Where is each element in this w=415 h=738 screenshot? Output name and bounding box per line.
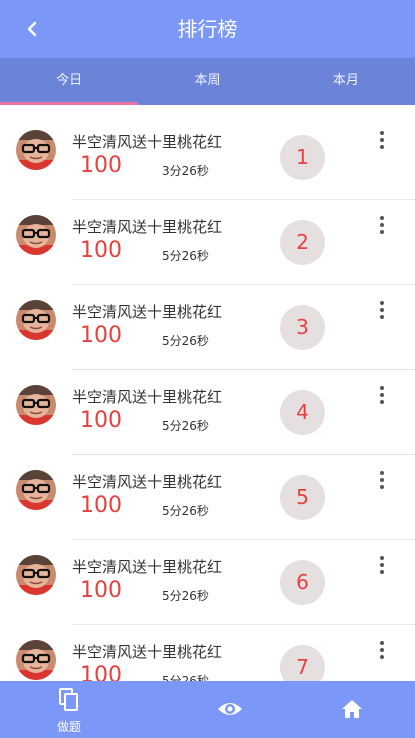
player-time: 5分26秒 [162,334,209,348]
player-score: 100 [80,663,122,681]
more-options-button[interactable] [372,469,392,491]
more-vertical-icon [380,386,384,404]
active-tab-indicator [0,102,138,105]
player-score: 100 [80,493,122,518]
more-options-button[interactable] [372,299,392,321]
list-item[interactable]: 半空清风送十里桃花红 100 5分26秒 7 [0,625,415,681]
list-item[interactable]: 半空清风送十里桃花红 100 5分26秒 6 [0,540,415,625]
player-name: 半空清风送十里桃花红 [72,388,223,406]
list-item[interactable]: 半空清风送十里桃花红 100 5分26秒 4 [0,370,415,455]
copy-icon [59,688,78,711]
rank-badge: 4 [280,390,325,435]
more-vertical-icon [380,301,384,319]
player-name: 半空清风送十里桃花红 [72,558,223,576]
avatar [16,130,56,170]
list-item[interactable]: 半空清风送十里桃花红 100 5分26秒 2 [0,200,415,285]
avatar [16,215,56,255]
list-item[interactable]: 半空清风送十里桃花红 100 5分26秒 5 [0,455,415,540]
avatar [16,385,56,425]
player-score: 100 [80,578,122,603]
bottom-nav: 做题 [0,681,415,738]
player-time: 5分26秒 [162,249,209,263]
player-time: 5分26秒 [162,674,209,681]
player-name: 半空清风送十里桃花红 [72,133,223,151]
player-time: 5分26秒 [162,504,209,518]
more-vertical-icon [380,556,384,574]
player-score: 100 [80,408,122,433]
more-vertical-icon [380,216,384,234]
period-tabs: 今日 本周 本月 [0,58,415,105]
avatar [16,555,56,595]
more-vertical-icon [380,471,384,489]
nav-view[interactable] [138,681,277,738]
player-time: 3分26秒 [162,164,209,178]
player-score: 100 [80,153,122,178]
tab-week[interactable]: 本周 [138,58,276,105]
nav-practice-label: 做题 [56,720,81,734]
player-name: 半空清风送十里桃花红 [72,473,223,491]
player-time: 5分26秒 [162,419,209,433]
more-vertical-icon [380,641,384,659]
avatar [16,640,56,680]
rank-badge: 2 [280,220,325,265]
home-icon [342,700,362,718]
app-header: 排行榜 [0,0,415,58]
more-options-button[interactable] [372,554,392,576]
rank-badge: 5 [280,475,325,520]
more-options-button[interactable] [372,129,392,151]
rank-badge: 6 [280,560,325,605]
avatar [16,470,56,510]
page-title: 排行榜 [177,17,238,41]
player-name: 半空清风送十里桃花红 [72,643,223,661]
leaderboard-list: 半空清风送十里桃花红 100 3分26秒 1 半空清风送十里桃花红 100 5分… [0,115,415,681]
rank-badge: 1 [280,135,325,180]
player-name: 半空清风送十里桃花红 [72,303,223,321]
more-options-button[interactable] [372,384,392,406]
player-score: 100 [80,323,122,348]
player-name: 半空清风送十里桃花红 [72,218,223,236]
rank-badge: 3 [280,305,325,350]
list-item[interactable]: 半空清风送十里桃花红 100 5分26秒 3 [0,285,415,370]
nav-home[interactable] [277,681,415,738]
list-item[interactable]: 半空清风送十里桃花红 100 3分26秒 1 [0,115,415,200]
tab-month[interactable]: 本月 [277,58,415,105]
avatar [16,300,56,340]
player-score: 100 [80,238,122,263]
tab-today[interactable]: 今日 [0,58,138,105]
eye-icon [218,703,242,715]
rank-badge: 7 [280,645,325,681]
more-options-button[interactable] [372,214,392,236]
more-options-button[interactable] [372,639,392,661]
nav-practice[interactable]: 做题 [0,681,138,738]
more-vertical-icon [380,131,384,149]
player-time: 5分26秒 [162,589,209,603]
